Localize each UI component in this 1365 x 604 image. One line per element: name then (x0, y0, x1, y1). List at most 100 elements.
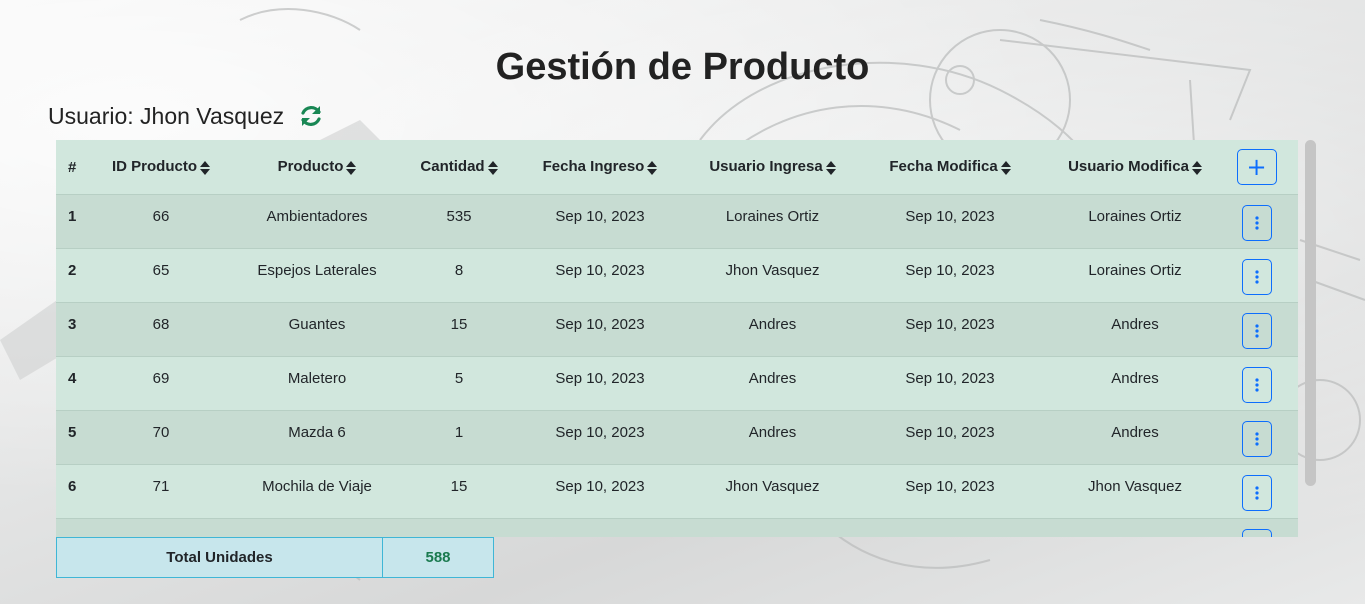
row-producto: Mochila de Viaje (216, 464, 418, 519)
sort-icon[interactable] (346, 160, 357, 176)
row-fecha-modifica: Sep 10, 2023 (845, 194, 1055, 249)
sort-icon[interactable] (487, 160, 498, 176)
row-actions-cell (1215, 410, 1298, 465)
row-actions-button[interactable] (1241, 367, 1272, 403)
row-number: 4 (56, 356, 106, 411)
refresh-icon[interactable] (298, 103, 324, 129)
row-cantidad: 5 (418, 356, 500, 411)
column-label: ID Producto (112, 158, 197, 176)
row-fecha-modifica: Sep 10, 2023 (845, 356, 1055, 411)
row-actions-cell (1215, 302, 1298, 357)
row-actions-cell (1215, 518, 1298, 537)
row-usuario-ingresa: Andres (700, 302, 845, 357)
row-fecha-ingreso: Sep 10, 2023 (500, 356, 700, 411)
row-actions-cell (1215, 464, 1298, 519)
row-producto: Guantes (216, 302, 418, 357)
row-cantidad: 15 (418, 464, 500, 519)
column-header-fecha-ingreso[interactable]: Fecha Ingreso (500, 140, 700, 195)
vertical-ellipsis-icon (1254, 486, 1259, 500)
row-cantidad (418, 518, 500, 537)
column-header-actions: + (1215, 140, 1298, 195)
row-usuario-ingresa (700, 518, 845, 537)
total-units-box: Total Unidades 588 (56, 537, 494, 578)
add-product-button[interactable]: + (1236, 149, 1277, 185)
row-usuario-ingresa: Andres (700, 410, 845, 465)
row-actions-button[interactable] (1241, 205, 1272, 241)
sort-icon[interactable] (825, 160, 836, 176)
table-scrollbar[interactable] (1305, 140, 1316, 486)
column-header-number: # (56, 140, 106, 195)
row-fecha-ingreso: Sep 10, 2023 (500, 248, 700, 303)
row-cantidad: 8 (418, 248, 500, 303)
row-usuario-modifica: Andres (1055, 302, 1215, 357)
vertical-ellipsis-icon (1254, 378, 1259, 392)
table-row: 4 69 Maletero 5 Sep 10, 2023 Andres Sep 10, 20… (56, 356, 1298, 411)
row-usuario-ingresa: Jhon Vasquez (700, 248, 845, 303)
row-fecha-modifica: Sep 10, 2023 (845, 410, 1055, 465)
table-header-row: # ID Producto Producto Cantidad Fecha In… (56, 140, 1298, 195)
column-header-usuario-modifica[interactable]: Usuario Modifica (1055, 140, 1215, 195)
row-number: 6 (56, 464, 106, 519)
vertical-ellipsis-icon (1254, 432, 1259, 446)
column-header-id-producto[interactable]: ID Producto (106, 140, 216, 195)
sort-icon[interactable] (200, 160, 210, 176)
row-number: 2 (56, 248, 106, 303)
row-actions-button[interactable] (1241, 421, 1272, 457)
row-id-producto (106, 518, 216, 537)
row-producto: Ambientadores (216, 194, 418, 249)
row-fecha-modifica: Sep 10, 2023 (845, 464, 1055, 519)
row-actions-button[interactable] (1241, 529, 1272, 537)
column-label: # (68, 158, 77, 176)
row-usuario-modifica (1055, 518, 1215, 537)
products-table-container: # ID Producto Producto Cantidad Fecha In… (56, 140, 1298, 537)
vertical-ellipsis-icon (1254, 216, 1259, 230)
row-fecha-ingreso: Sep 10, 2023 (500, 194, 700, 249)
row-usuario-ingresa: Jhon Vasquez (700, 464, 845, 519)
vertical-ellipsis-icon (1254, 324, 1259, 338)
row-fecha-ingreso: Sep 10, 2023 (500, 410, 700, 465)
user-name: Jhon Vasquez (140, 102, 285, 129)
sort-icon[interactable] (1000, 160, 1011, 176)
row-id-producto: 68 (106, 302, 216, 357)
row-fecha-modifica: Sep 10, 2023 (845, 302, 1055, 357)
row-actions-button[interactable] (1241, 313, 1272, 349)
row-fecha-ingreso: Sep 10, 2023 (500, 464, 700, 519)
table-row: 6 71 Mochila de Viaje 15 Sep 10, 2023 Jhon Va… (56, 464, 1298, 519)
user-info: Usuario: Jhon Vasquez (48, 100, 324, 132)
row-id-producto: 71 (106, 464, 216, 519)
table-row: 3 68 Guantes 15 Sep 10, 2023 Andres Sep 10, 20… (56, 302, 1298, 357)
row-actions-cell (1215, 356, 1298, 411)
row-number: 5 (56, 410, 106, 465)
column-label: Usuario Modifica (1068, 158, 1189, 176)
sort-icon[interactable] (1191, 160, 1202, 176)
column-label: Fecha Ingreso (542, 158, 645, 176)
row-cantidad: 535 (418, 194, 500, 249)
total-units-label: Total Unidades (57, 538, 383, 577)
row-actions-button[interactable] (1241, 259, 1272, 295)
column-header-cantidad[interactable]: Cantidad (418, 140, 500, 195)
row-usuario-ingresa: Loraines Ortiz (700, 194, 845, 249)
row-actions-button[interactable] (1241, 475, 1272, 511)
sort-icon[interactable] (647, 160, 658, 176)
row-id-producto: 66 (106, 194, 216, 249)
column-label: Fecha Modifica (889, 158, 998, 176)
vertical-ellipsis-icon (1254, 270, 1259, 284)
table-row (56, 518, 1298, 537)
column-label: Producto (277, 158, 344, 176)
row-id-producto: 70 (106, 410, 216, 465)
row-actions-cell (1215, 194, 1298, 249)
row-producto: Espejos Laterales (216, 248, 418, 303)
column-header-producto[interactable]: Producto (216, 140, 418, 195)
row-cantidad: 15 (418, 302, 500, 357)
row-usuario-modifica: Andres (1055, 410, 1215, 465)
row-cantidad: 1 (418, 410, 500, 465)
column-label: Cantidad (420, 158, 485, 176)
table-row: 5 70 Mazda 6 1 Sep 10, 2023 Andres Sep 10, 202… (56, 410, 1298, 465)
column-header-usuario-ingresa[interactable]: Usuario Ingresa (700, 140, 845, 195)
row-usuario-modifica: Jhon Vasquez (1055, 464, 1215, 519)
row-usuario-modifica: Loraines Ortiz (1055, 248, 1215, 303)
column-header-fecha-modifica[interactable]: Fecha Modifica (845, 140, 1055, 195)
table-row: 1 66 Ambientadores 535 Sep 10, 2023 Loraines … (56, 194, 1298, 249)
row-producto (216, 518, 418, 537)
row-fecha-modifica: Sep 10, 2023 (845, 248, 1055, 303)
